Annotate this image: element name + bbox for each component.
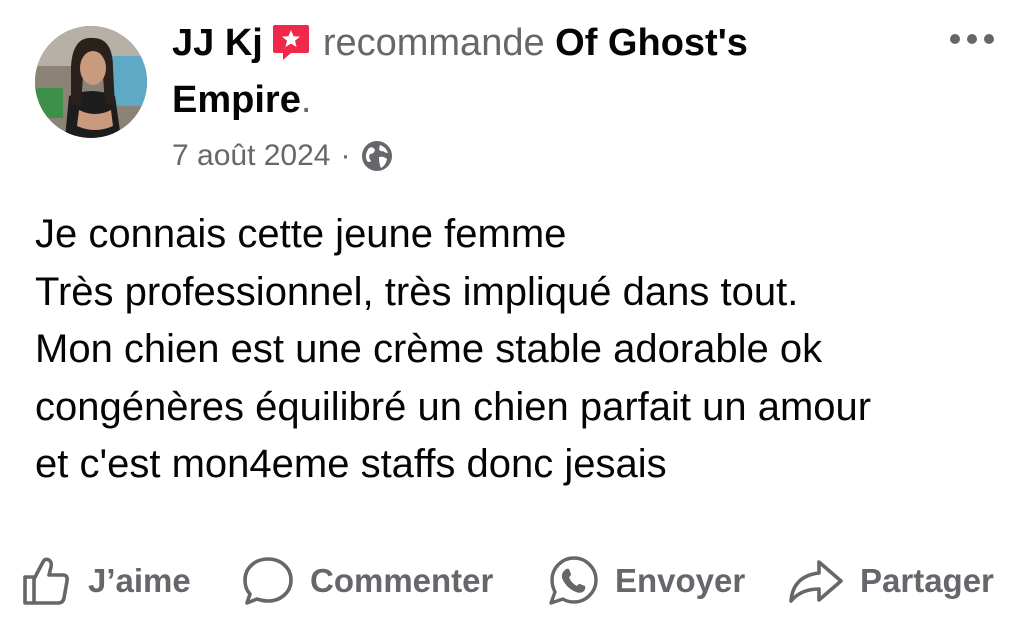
post-body-line: Je connais cette jeune femme xyxy=(35,212,567,256)
share-label: Partager xyxy=(860,562,994,599)
post-header-continued: Empire. xyxy=(172,77,311,123)
page-name-part1[interactable]: Of Ghost's xyxy=(555,22,748,64)
recommendation-post: JJ Kj recommande Of Ghost's Empire. 7 aoû… xyxy=(0,0,1024,636)
share-arrow-icon xyxy=(789,560,843,603)
post-body-line: congénères équilibré un chien parfait un… xyxy=(35,384,872,429)
comment-label: Commenter xyxy=(310,562,494,599)
more-options-icon[interactable] xyxy=(950,34,994,44)
page-name-part2[interactable]: Empire xyxy=(172,79,301,121)
author-name[interactable]: JJ Kj xyxy=(172,22,263,64)
like-button[interactable]: J’aime xyxy=(20,546,191,616)
comment-bubble-icon xyxy=(243,557,293,605)
recommend-verb: recommande xyxy=(322,22,545,64)
avatar[interactable] xyxy=(35,26,147,138)
thumbs-up-icon xyxy=(23,557,69,605)
recommend-star-badge-icon xyxy=(271,23,311,72)
avatar-photo xyxy=(35,26,147,138)
post-meta: 7 août 2024 · xyxy=(172,136,394,176)
send-button[interactable]: Envoyer xyxy=(545,546,745,616)
header-period: . xyxy=(300,79,312,121)
like-label: J’aime xyxy=(88,562,191,599)
more-dot xyxy=(967,34,977,44)
share-button[interactable]: Partager xyxy=(786,546,994,616)
send-label: Envoyer xyxy=(615,562,746,599)
post-body: Je connais cette jeune femme Très profes… xyxy=(35,206,871,494)
globe-icon[interactable] xyxy=(360,139,394,173)
post-body-line: Très professionnel, très impliqué dans t… xyxy=(35,269,799,314)
action-bar: J’aime Commenter Envoyer Partager xyxy=(0,546,1024,616)
whatsapp-icon xyxy=(549,556,598,605)
more-dot xyxy=(950,34,960,44)
more-dot xyxy=(984,34,994,44)
post-header: JJ Kj recommande Of Ghost's xyxy=(172,20,748,72)
meta-separator: · xyxy=(340,139,351,172)
comment-button[interactable]: Commenter xyxy=(240,546,493,616)
post-body-line: et c'est mon4eme staffs donc jesais xyxy=(35,442,667,486)
post-date[interactable]: 7 août 2024 xyxy=(172,136,330,176)
post-body-line: Mon chien est une crème stable adorable … xyxy=(35,327,823,371)
